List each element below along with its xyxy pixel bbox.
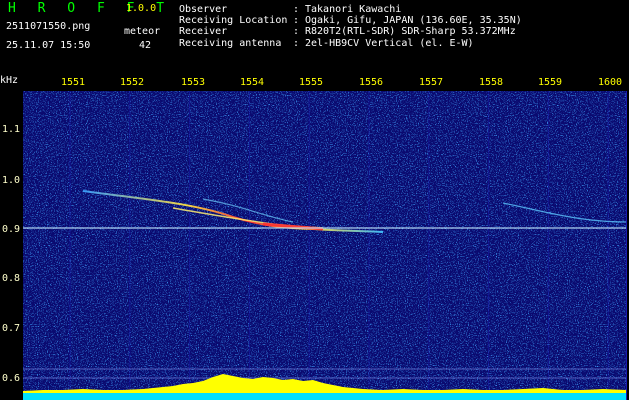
time-axis: 1551 1552 1553 1554 1555 1556 1557 1558 … [0,76,629,90]
info-row-observer: Observer: Takanori Kawachi [179,4,402,15]
app-version: 1.0.0 [126,3,157,14]
time-tick-label: 1558 [479,77,504,88]
time-tick-label: 1553 [181,77,206,88]
freq-tick-label: 1.0 [2,175,21,186]
freq-tick-label: 0.9 [2,224,21,235]
info-row-location: Receiving Location: Ogaki, Gifu, JAPAN (1… [179,15,522,27]
time-tick-label: 1555 [299,77,324,88]
freq-tick-label: 1.1 [2,124,21,135]
spectrogram-noise [23,91,626,400]
time-tick-label: 1552 [120,77,145,88]
info-row-antenna: Receiving antenna:2el-HB9CV Vertical (el… [179,37,474,49]
time-tick-label: 1556 [359,77,384,88]
file-name: 2511071550.png [6,21,91,32]
header-panel: H R O F F T 1.0.0 2511071550.png 25.11.0… [0,0,629,75]
time-tick-label: 1554 [240,77,265,88]
time-tick-label: 1557 [419,77,444,88]
freq-tick-label: 0.6 [2,373,21,384]
plot-border [626,91,627,400]
time-tick-label: 1600 [598,77,623,88]
time-tick-label: 1551 [61,77,86,88]
station-info: Observer: Takanori Kawachi Receiving Loca… [179,4,522,49]
spectrogram-plot [23,91,626,400]
capture-datetime: 25.11.07 15:50 [6,40,91,51]
detection-type-label: meteor [124,26,161,37]
detection-count: 42 [139,40,152,51]
freq-tick-label: 0.8 [2,273,21,284]
time-tick-label: 1559 [538,77,563,88]
info-row-receiver: Receiver: R820T2(RTL-SDR) SDR-Sharp 53.37… [179,26,516,38]
signal-baseline [23,393,626,400]
spectrogram-svg [23,91,626,400]
freq-tick-label: 0.7 [2,323,21,334]
